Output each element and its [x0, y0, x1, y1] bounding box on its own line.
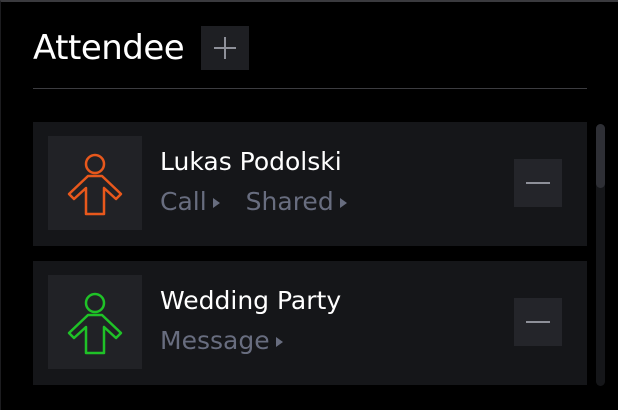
add-attendee-button[interactable]: [201, 26, 250, 70]
header-divider: [33, 88, 587, 89]
avatar: [48, 136, 142, 230]
person-icon: [67, 153, 123, 216]
call-action[interactable]: Call: [160, 186, 220, 218]
avatar: [48, 275, 142, 369]
attendee-actions: Message: [160, 325, 309, 357]
panel-header: Attendee: [33, 26, 250, 70]
triangle-right-icon: [275, 337, 283, 347]
triangle-right-icon: [339, 198, 347, 208]
person-icon: [67, 292, 123, 355]
remove-attendee-button[interactable]: [514, 298, 562, 346]
message-action[interactable]: Message: [160, 325, 283, 357]
scrollbar-thumb[interactable]: [596, 124, 605, 188]
panel-title: Attendee: [33, 28, 185, 68]
attendee-panel: Attendee Lukas Podolski Call Shared Wedd…: [0, 0, 618, 410]
triangle-right-icon: [212, 198, 220, 208]
shared-action[interactable]: Shared: [246, 186, 347, 218]
message-label: Message: [160, 326, 270, 355]
attendee-actions: Call Shared: [160, 186, 373, 218]
minus-icon: [526, 321, 550, 323]
attendee-card: Wedding Party Message: [33, 261, 587, 385]
minus-icon: [526, 182, 550, 184]
call-label: Call: [160, 187, 207, 216]
remove-attendee-button[interactable]: [514, 159, 562, 207]
vertical-scrollbar[interactable]: [596, 124, 605, 386]
attendee-name: Lukas Podolski: [160, 147, 342, 176]
attendee-card: Lukas Podolski Call Shared: [33, 122, 587, 246]
shared-label: Shared: [245, 187, 334, 216]
attendee-name: Wedding Party: [160, 286, 342, 315]
attendee-list: Lukas Podolski Call Shared Wedding Party…: [33, 122, 587, 400]
